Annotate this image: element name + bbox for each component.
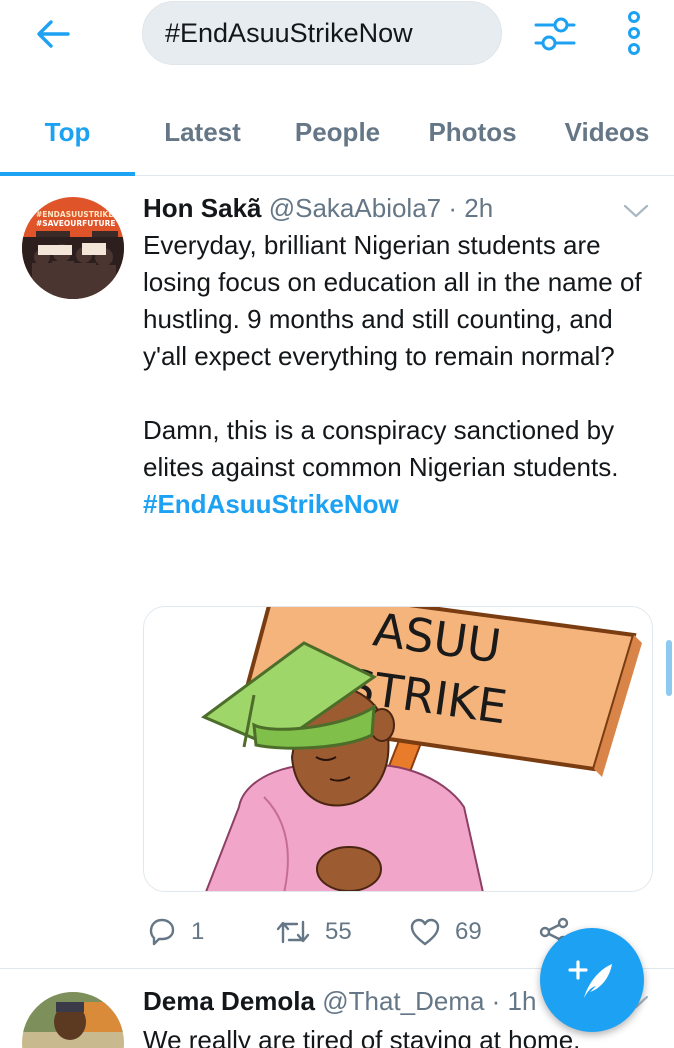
like-button[interactable]: 69 [409, 912, 482, 952]
tweet-time: 1h [507, 986, 537, 1016]
user-handle[interactable]: @SakaAbiola7 [269, 193, 441, 223]
tweet-paragraph: Damn, this is a conspiracy sanctioned by… [143, 415, 619, 482]
reply-icon [149, 918, 175, 946]
avatar[interactable] [22, 992, 124, 1048]
user-handle[interactable]: @That_Dema [322, 986, 484, 1016]
display-name[interactable]: Dema Demola [143, 986, 315, 1016]
retweet-button[interactable]: 55 [275, 912, 352, 952]
filter-sliders-icon [534, 17, 576, 51]
reply-count: 1 [191, 918, 205, 945]
tab-people[interactable]: People [270, 88, 405, 176]
tab-photos[interactable]: Photos [405, 88, 540, 176]
tweet-time: 2h [464, 193, 494, 223]
reply-button[interactable]: 1 [147, 912, 204, 952]
tab-latest[interactable]: Latest [135, 88, 270, 176]
search-tabs: Top Latest People Photos Videos [0, 88, 674, 176]
search-input[interactable]: #EndAsuuStrikeNow [142, 1, 502, 65]
back-arrow-icon [37, 20, 70, 48]
back-button[interactable] [28, 14, 78, 54]
tweet-text: Everyday, brilliant Nigerian students ar… [143, 227, 663, 523]
retweet-icon [276, 920, 310, 944]
active-tab-indicator [0, 172, 135, 176]
like-heart-icon [410, 918, 440, 946]
separator-dot: · [441, 193, 465, 223]
avatar-hashtag-2: #SAVEOURFUTURE [36, 219, 115, 228]
tweet-image[interactable]: ASUU STRIKE [143, 606, 653, 892]
tweet-text: We really are tired of staying at home. [143, 1025, 581, 1048]
avatar-hashtag-1: #ENDASUUSTRIKE [36, 210, 113, 219]
separator-dot: · [484, 986, 508, 1016]
more-vertical-icon [628, 11, 640, 55]
display-name[interactable]: Hon Sakã [143, 193, 262, 223]
tweet[interactable]: #ENDASUUSTRIKE #SAVEOURFUTURE Hon Sakã @… [0, 177, 674, 969]
tweet-header: Dema Demola @That_Dema · 1h [143, 986, 536, 1017]
tweet-paragraph: Everyday, brilliant Nigerian students ar… [143, 230, 642, 371]
compose-tweet-icon [568, 960, 612, 998]
like-count: 69 [455, 918, 482, 945]
search-filter-button[interactable] [530, 12, 580, 56]
tab-videos[interactable]: Videos [540, 88, 674, 176]
scrollbar-thumb[interactable] [666, 640, 672, 696]
hashtag-link[interactable]: #EndAsuuStrikeNow [143, 486, 663, 523]
tab-top[interactable]: Top [0, 88, 135, 176]
avatar[interactable]: #ENDASUUSTRIKE #SAVEOURFUTURE [22, 197, 124, 299]
retweet-count: 55 [325, 918, 352, 945]
chevron-down-icon[interactable] [622, 201, 650, 221]
more-options-button[interactable] [612, 10, 656, 56]
top-bar: #EndAsuuStrikeNow [0, 0, 674, 88]
tweet-header: Hon Sakã @SakaAbiola7 · 2h [143, 193, 493, 224]
search-query: #EndAsuuStrikeNow [165, 17, 413, 48]
compose-tweet-button[interactable] [540, 928, 644, 1032]
